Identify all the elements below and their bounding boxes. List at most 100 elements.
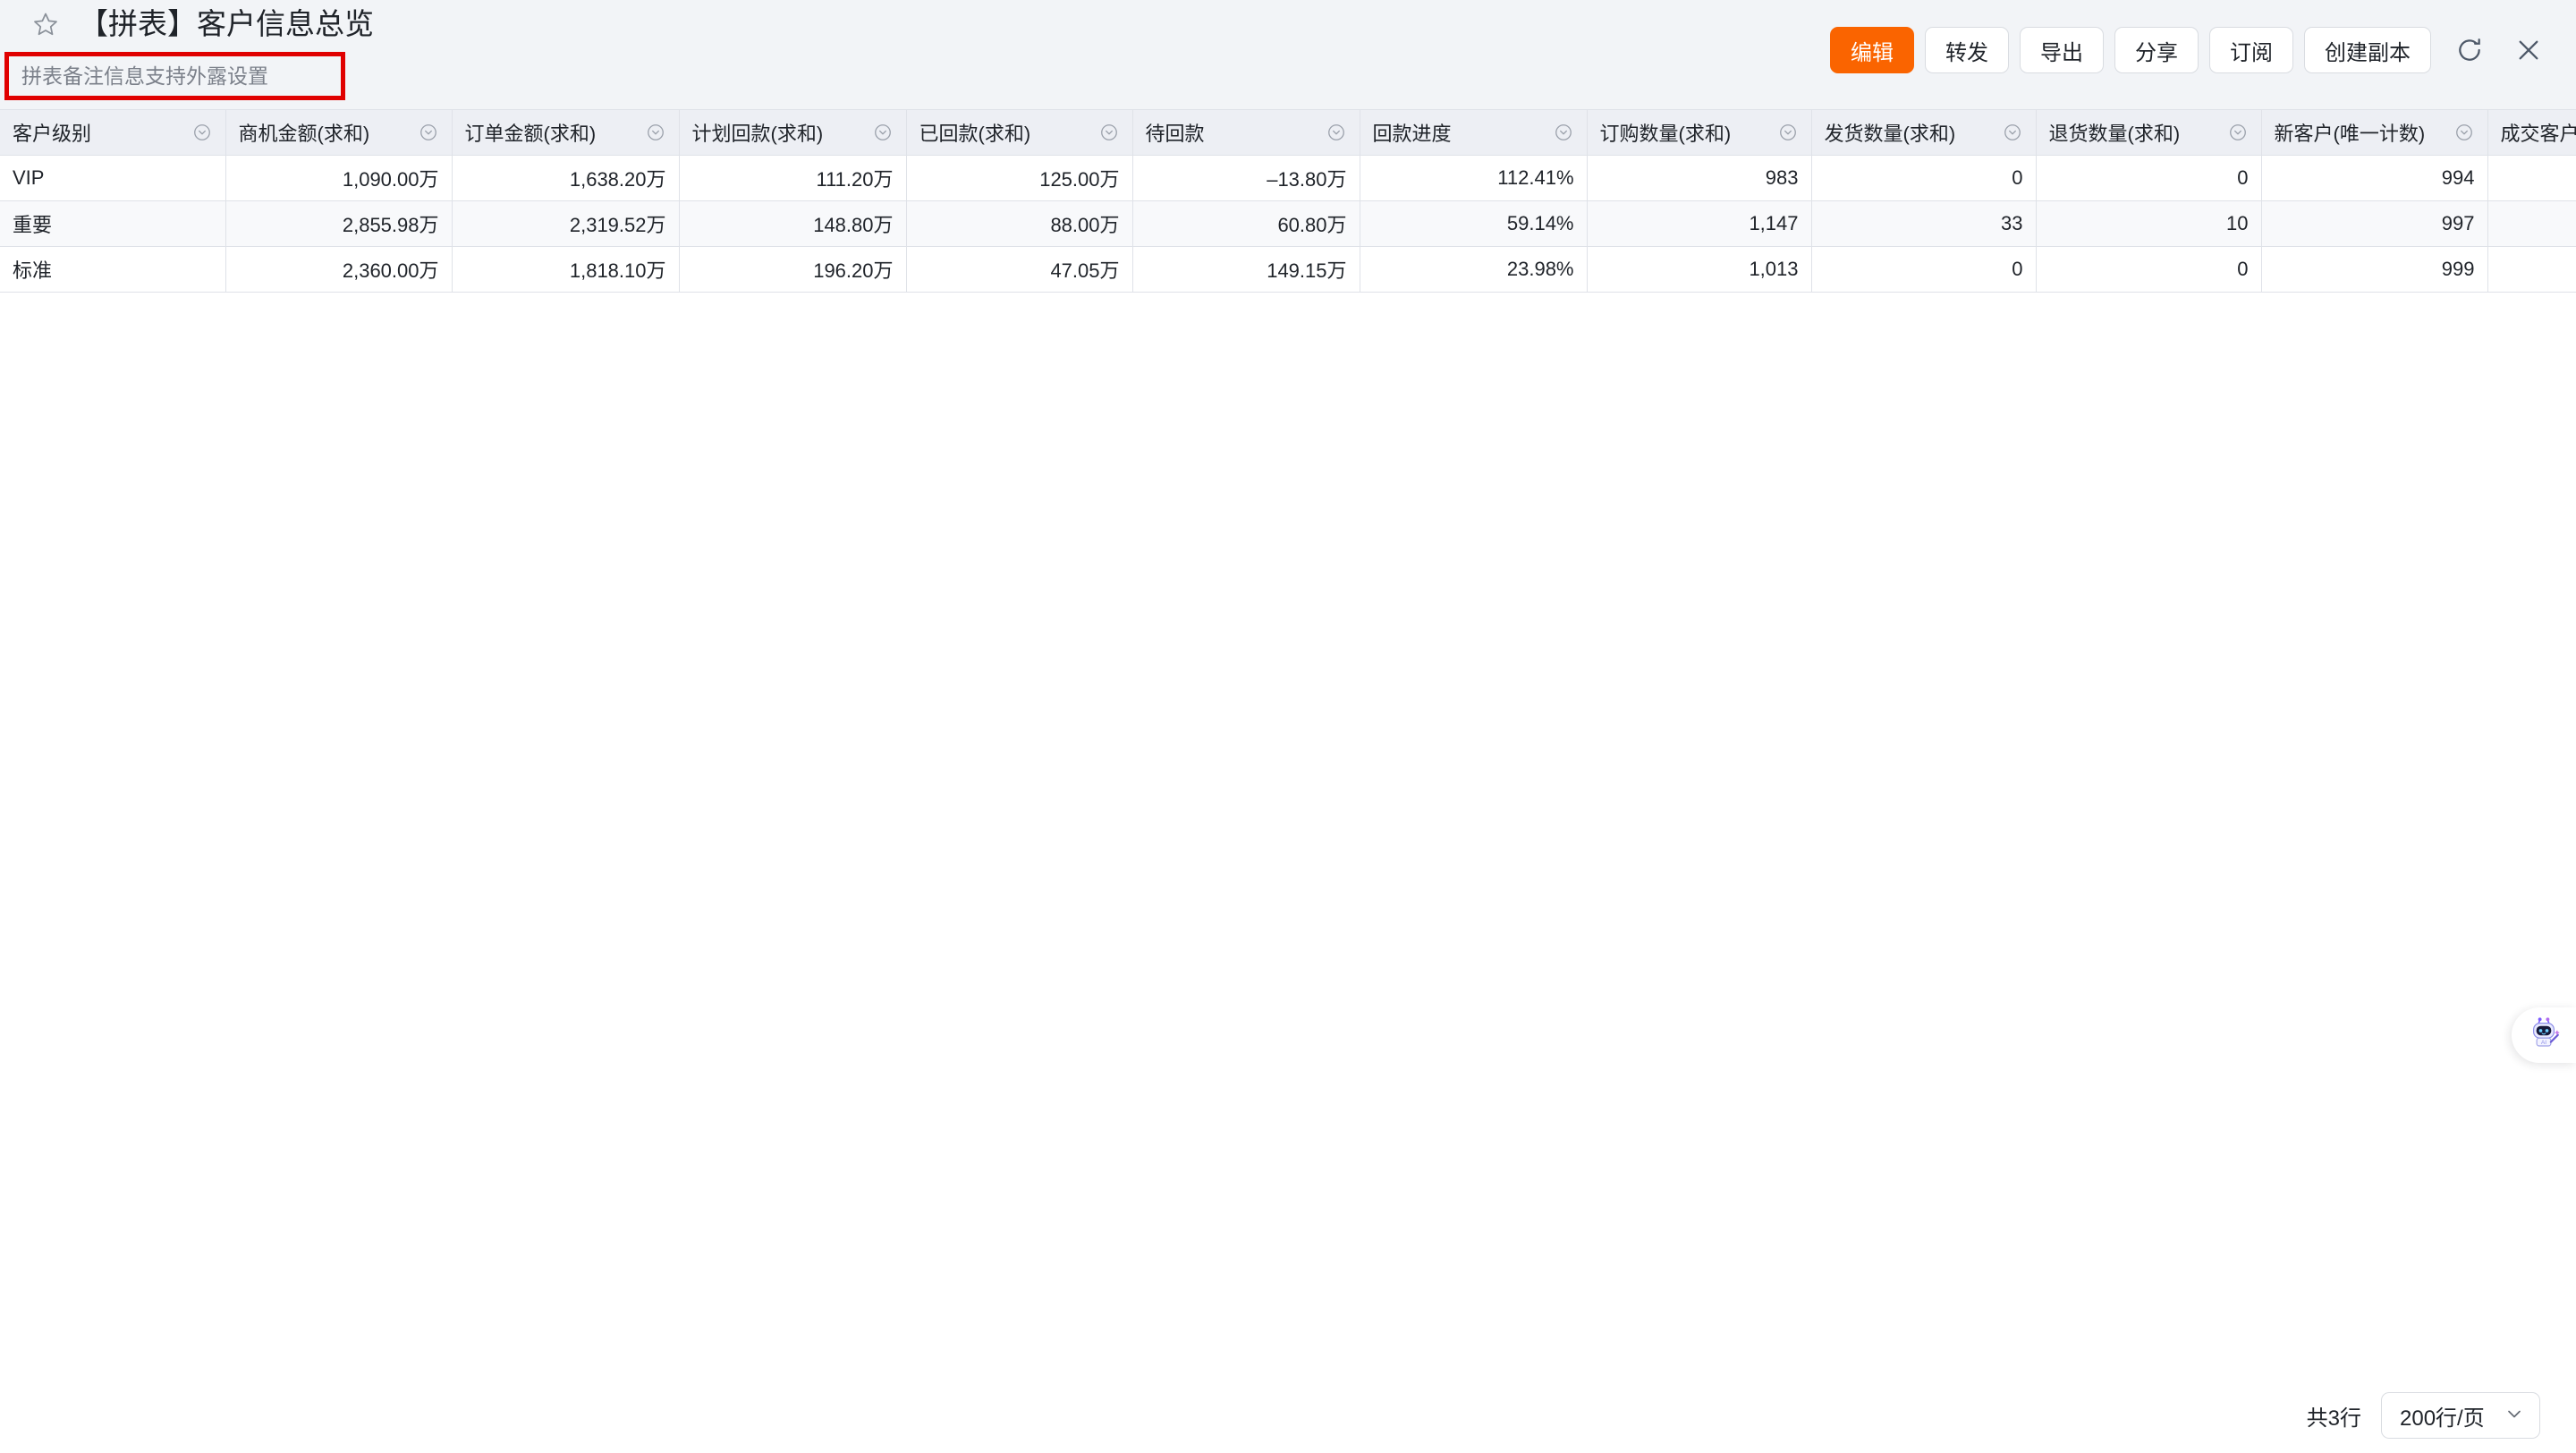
table-cell: 2,319.52万	[452, 200, 680, 247]
column-header-label: 待回款	[1145, 123, 1205, 145]
report-page: 【拼表】客户信息总览 拼表备注信息支持外露设置 编辑 转发 导出 分享 订阅 创…	[0, 0, 2576, 1453]
table-cell: 23.98%	[1360, 246, 1588, 293]
table-row[interactable]: VIP 1,090.00万 1,638.20万 111.20万 125.00万 –13.8…	[0, 155, 2576, 201]
chevron-down-circle-icon[interactable]	[2227, 122, 2249, 143]
column-header-7[interactable]: 回款进度	[1360, 109, 1588, 156]
column-header-label: 已回款(求和)	[919, 123, 1031, 145]
chevron-down-circle-icon[interactable]	[418, 122, 439, 143]
table-header-row: 客户级别 商机金额(求和) 订单金额(求和) 计划回款(求和) 已回款(求和) 待回款 回款…	[0, 109, 2576, 156]
header-toolbar: 编辑 转发 导出 分享 订阅 创建副本	[1830, 27, 2549, 73]
table-cell: –13.80万	[1132, 155, 1360, 201]
chevron-down-circle-icon[interactable]	[2453, 122, 2475, 143]
table-cell: 196.20万	[679, 246, 907, 293]
table-cell: 2,855.98万	[225, 200, 453, 247]
chevron-down-circle-icon[interactable]	[1326, 122, 1347, 143]
table-cell: 1,090.00万	[225, 155, 453, 201]
svg-text:AI: AI	[2541, 1039, 2546, 1045]
table-row[interactable]: 重要 2,855.98万 2,319.52万 148.80万 88.00万 60.80万 5…	[0, 200, 2576, 247]
column-header-label: 订购数量(求和)	[1599, 123, 1732, 145]
table-cell: 0	[1811, 246, 2037, 293]
column-header-label: 客户级别	[13, 123, 92, 145]
chevron-down-circle-icon[interactable]	[2002, 122, 2023, 143]
table-cell: 148.80万	[679, 200, 907, 247]
table-cell	[2487, 155, 2576, 201]
column-header-label: 回款进度	[1372, 123, 1452, 145]
table-cell: 125.00万	[906, 155, 1133, 201]
page-size-select[interactable]: 200行/页	[2381, 1392, 2540, 1439]
page-size-value: 200行/页	[2400, 1406, 2485, 1431]
chevron-down-icon	[2504, 1403, 2525, 1429]
forward-button[interactable]: 转发	[1925, 27, 2009, 73]
table-cell: 997	[2261, 200, 2488, 247]
column-header-label: 成交客户(	[2500, 123, 2576, 145]
column-header-4[interactable]: 计划回款(求和)	[679, 109, 907, 156]
export-button[interactable]: 导出	[2020, 27, 2104, 73]
table-cell: 112.41%	[1360, 155, 1588, 201]
close-icon[interactable]	[2508, 30, 2549, 71]
column-header-label: 计划回款(求和)	[691, 123, 824, 145]
column-header-label: 订单金额(求和)	[464, 123, 597, 145]
table-cell: 994	[2261, 155, 2488, 201]
table-area: 客户级别 商机金额(求和) 订单金额(求和) 计划回款(求和) 已回款(求和) 待回款 回款…	[0, 109, 2576, 1378]
chevron-down-circle-icon[interactable]	[1553, 122, 1574, 143]
column-header-3[interactable]: 订单金额(求和)	[452, 109, 680, 156]
subscribe-button[interactable]: 订阅	[2209, 27, 2293, 73]
column-header-1[interactable]: 客户级别	[0, 109, 226, 156]
column-header-5[interactable]: 已回款(求和)	[906, 109, 1133, 156]
column-header-6[interactable]: 待回款	[1132, 109, 1360, 156]
table-cell: 999	[2261, 246, 2488, 293]
table-cell: 1,818.10万	[452, 246, 680, 293]
column-header-11[interactable]: 新客户(唯一计数)	[2261, 109, 2488, 156]
page-header: 【拼表】客户信息总览 拼表备注信息支持外露设置 编辑 转发 导出 分享 订阅 创…	[0, 0, 2576, 109]
table-cell: 0	[2036, 246, 2262, 293]
table-cell: 149.15万	[1132, 246, 1360, 293]
chevron-down-circle-icon[interactable]	[645, 122, 666, 143]
table-footer: 共3行 200行/页	[0, 1378, 2576, 1453]
table-cell: 标准	[0, 246, 226, 293]
column-header-label: 发货数量(求和)	[1824, 123, 1956, 145]
table-cell: 1,147	[1587, 200, 1812, 247]
table-cell: 2,360.00万	[225, 246, 453, 293]
column-header-9[interactable]: 发货数量(求和)	[1811, 109, 2037, 156]
column-header-12[interactable]: 成交客户(	[2487, 109, 2576, 156]
column-header-label: 商机金额(求和)	[238, 123, 370, 145]
table-cell: VIP	[0, 155, 226, 201]
edit-button[interactable]: 编辑	[1830, 27, 1914, 73]
table-cell: 重要	[0, 200, 226, 247]
page-subtitle: 拼表备注信息支持外露设置	[21, 64, 268, 88]
chevron-down-circle-icon[interactable]	[1777, 122, 1799, 143]
column-header-label: 新客户(唯一计数)	[2274, 123, 2426, 145]
table-cell: 111.20万	[679, 155, 907, 201]
table-cell: 0	[2036, 155, 2262, 201]
share-button[interactable]: 分享	[2114, 27, 2199, 73]
table-head: 客户级别 商机金额(求和) 订单金额(求和) 计划回款(求和) 已回款(求和) 待回款 回款…	[0, 109, 2576, 156]
table-row[interactable]: 标准 2,360.00万 1,818.10万 196.20万 47.05万 149.15万…	[0, 246, 2576, 293]
star-outline-icon[interactable]	[30, 9, 61, 39]
ai-robot-icon: AI	[2525, 1015, 2563, 1057]
table-cell: 0	[1811, 155, 2037, 201]
table-cell: 60.80万	[1132, 200, 1360, 247]
column-header-label: 退货数量(求和)	[2048, 123, 2181, 145]
column-header-10[interactable]: 退货数量(求和)	[2036, 109, 2262, 156]
create-copy-button[interactable]: 创建副本	[2304, 27, 2431, 73]
column-header-2[interactable]: 商机金额(求和)	[225, 109, 453, 156]
table-body: VIP 1,090.00万 1,638.20万 111.20万 125.00万 –13.8…	[0, 155, 2576, 293]
table-cell: 1,638.20万	[452, 155, 680, 201]
column-header-8[interactable]: 订购数量(求和)	[1587, 109, 1812, 156]
annotation-box: 拼表备注信息支持外露设置	[4, 52, 345, 100]
table-cell: 88.00万	[906, 200, 1133, 247]
refresh-icon[interactable]	[2449, 30, 2490, 71]
chevron-down-circle-icon[interactable]	[1098, 122, 1120, 143]
page-title: 【拼表】客户信息总览	[79, 7, 374, 40]
total-rows-label: 共3行	[2306, 1406, 2361, 1431]
table-cell: 10	[2036, 200, 2262, 247]
ai-assistant-button[interactable]: AI	[2512, 1007, 2576, 1063]
table-cell: 33	[1811, 200, 2037, 247]
table-cell	[2487, 200, 2576, 247]
title-row: 【拼表】客户信息总览	[30, 5, 374, 43]
table-cell: 59.14%	[1360, 200, 1588, 247]
table-cell: 1,013	[1587, 246, 1812, 293]
chevron-down-circle-icon[interactable]	[872, 122, 894, 143]
chevron-down-circle-icon[interactable]	[191, 122, 213, 143]
table-cell	[2487, 246, 2576, 293]
